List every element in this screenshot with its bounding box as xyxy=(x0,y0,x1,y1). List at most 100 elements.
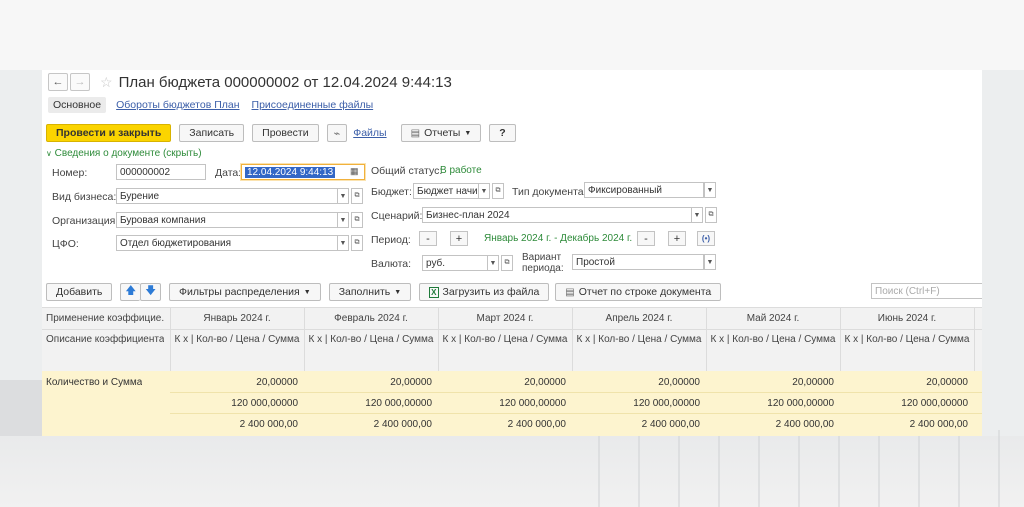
period-end-decrease-button[interactable]: - xyxy=(637,231,655,246)
save-button[interactable]: Записать xyxy=(179,124,245,142)
chevron-down-icon: ▼ xyxy=(303,288,311,296)
reports-button[interactable]: ▤ Отчеты ▼ xyxy=(400,124,482,142)
fill-label: Заполнить xyxy=(338,286,391,298)
scenario-field[interactable]: Бизнес-план 2024 xyxy=(422,207,692,223)
load-from-file-button[interactable]: X Загрузить из файла xyxy=(419,283,550,301)
col-coef-desc-header[interactable]: Описание коэффициента xyxy=(46,334,164,345)
cell-amount[interactable]: 2 400 000,00 xyxy=(438,419,566,430)
date-field[interactable]: 12.04.2024 9:44:13 xyxy=(241,164,365,180)
month-subheader[interactable]: К х | Кол-во / Цена / Сумма xyxy=(572,334,706,345)
files-link[interactable]: Файлы xyxy=(353,127,386,139)
cfo-dropdown-icon[interactable]: ▼ xyxy=(337,235,349,251)
month-header[interactable]: Февраль 2024 г. xyxy=(304,313,438,324)
favorite-star-icon[interactable]: ☆ xyxy=(100,74,113,91)
period-increase-button[interactable]: + xyxy=(450,231,468,246)
post-and-close-button[interactable]: Провести и закрыть xyxy=(46,124,172,142)
org-dropdown-icon[interactable]: ▼ xyxy=(337,212,349,228)
cell-quantity[interactable]: 20,00000 xyxy=(304,377,432,388)
org-open-icon[interactable]: ⧉ xyxy=(351,212,363,228)
chevron-down-icon: ▼ xyxy=(464,129,472,137)
status-label: Общий статус: xyxy=(371,165,443,177)
cell-quantity[interactable]: 20,00000 xyxy=(706,377,834,388)
scenario-open-icon[interactable]: ⧉ xyxy=(705,207,717,223)
tab-main[interactable]: Основное xyxy=(48,97,107,113)
move-up-button[interactable]: 🡅 xyxy=(120,283,141,301)
month-header[interactable]: Март 2024 г. xyxy=(438,313,572,324)
calendar-icon[interactable]: ▦ xyxy=(350,166,359,177)
help-button[interactable]: ? xyxy=(489,124,516,142)
col-coef-header[interactable]: Применение коэффицие... xyxy=(46,313,164,324)
cell-amount[interactable]: 2 400 000,00 xyxy=(170,419,298,430)
cell-amount[interactable]: 2 400 000,00 xyxy=(706,419,834,430)
currency-field[interactable]: руб. xyxy=(422,255,488,271)
move-down-button[interactable]: 🡇 xyxy=(140,283,161,301)
report-icon: ▤ xyxy=(410,127,421,139)
table-toolbar: Добавить 🡅 🡇 Фильтры распределения ▼ Зап… xyxy=(46,283,729,301)
cell-quantity[interactable]: 20,00000 xyxy=(438,377,566,388)
month-subheader[interactable]: К х | Кол-во / Цена / Сумма xyxy=(170,334,304,345)
business-dropdown-icon[interactable]: ▼ xyxy=(337,188,349,204)
doctype-field[interactable]: Фиксированный xyxy=(584,182,704,198)
cell-quantity[interactable]: 20,00000 xyxy=(572,377,700,388)
period-select-icon[interactable]: (•) xyxy=(697,231,715,246)
load-file-label: Загрузить из файла xyxy=(442,286,540,298)
cell-price[interactable]: 120 000,00000 xyxy=(840,398,968,409)
month-header[interactable]: Январь 2024 г. xyxy=(170,313,304,324)
cell-amount[interactable]: 2 400 000,00 xyxy=(840,419,968,430)
cell-price[interactable]: 120 000,00000 xyxy=(170,398,298,409)
back-button[interactable]: ← xyxy=(48,73,68,91)
add-row-button[interactable]: Добавить xyxy=(46,283,113,301)
budget-field[interactable]: Бюджет начис xyxy=(413,183,479,199)
org-field[interactable]: Буровая компания xyxy=(116,212,338,228)
period-decrease-button[interactable]: - xyxy=(419,231,437,246)
month-subheader[interactable]: К х | Кол-во / Цена / Сумма xyxy=(304,334,438,345)
currency-open-icon[interactable]: ⧉ xyxy=(501,255,513,271)
attach-button[interactable]: ⌁ xyxy=(326,124,348,142)
tab-attached-files[interactable]: Присоединенные файлы xyxy=(252,99,374,111)
month-header[interactable]: Май 2024 г. xyxy=(706,313,840,324)
cell-quantity[interactable]: 20,00000 xyxy=(170,377,298,388)
period-value[interactable]: Январь 2024 г. - Декабрь 2024 г. xyxy=(484,233,632,244)
forward-button[interactable]: → xyxy=(70,73,90,91)
month-subheader[interactable]: К х | Кол-во / Цена / Сумма xyxy=(706,334,840,345)
org-label: Организация: xyxy=(52,215,119,227)
fill-button[interactable]: Заполнить ▼ xyxy=(328,283,412,301)
cell-amount[interactable]: 2 400 000,00 xyxy=(304,419,432,430)
distribution-filters-button[interactable]: Фильтры распределения ▼ xyxy=(169,283,321,301)
month-subheader[interactable]: К х | Кол-во / Цена / Сумма xyxy=(840,334,974,345)
variant-field[interactable]: Простой xyxy=(572,254,704,270)
cfo-open-icon[interactable]: ⧉ xyxy=(351,235,363,251)
table-row[interactable]: Количество и Сумма 20,00000 120 000,00000… xyxy=(42,371,982,436)
date-value: 12.04.2024 9:44:13 xyxy=(245,166,336,178)
paperclip-icon: ⌁ xyxy=(333,127,341,140)
cfo-field[interactable]: Отдел бюджетирования xyxy=(116,235,338,251)
business-field[interactable]: Бурение xyxy=(116,188,338,204)
period-end-increase-button[interactable]: + xyxy=(668,231,686,246)
section-label: Сведения о документе (скрыть) xyxy=(54,148,202,159)
post-button[interactable]: Провести xyxy=(252,124,319,142)
cell-price[interactable]: 120 000,00000 xyxy=(304,398,432,409)
cell-price[interactable]: 120 000,00000 xyxy=(572,398,700,409)
search-input[interactable]: Поиск (Ctrl+F) xyxy=(871,283,982,299)
business-open-icon[interactable]: ⧉ xyxy=(351,188,363,204)
scenario-dropdown-icon[interactable]: ▼ xyxy=(691,207,703,223)
currency-label: Валюта: xyxy=(371,258,412,270)
cell-amount[interactable]: 2 400 000,00 xyxy=(572,419,700,430)
budget-table: Применение коэффицие... Описание коэффиц… xyxy=(42,307,982,436)
doctype-dropdown-icon[interactable]: ▼ xyxy=(704,182,716,198)
cell-price[interactable]: 120 000,00000 xyxy=(438,398,566,409)
month-header[interactable]: Июнь 2024 г. xyxy=(840,313,974,324)
month-subheader[interactable]: К х | Кол-во / Цена / Сумма xyxy=(438,334,572,345)
budget-dropdown-icon[interactable]: ▼ xyxy=(478,183,490,199)
section-toggle[interactable]: ∨ Сведения о документе (скрыть) xyxy=(46,148,202,159)
number-field[interactable]: 000000002 xyxy=(116,164,206,180)
currency-dropdown-icon[interactable]: ▼ xyxy=(487,255,499,271)
variant-dropdown-icon[interactable]: ▼ xyxy=(704,254,716,270)
cell-price[interactable]: 120 000,00000 xyxy=(706,398,834,409)
month-header[interactable]: Апрель 2024 г. xyxy=(572,313,706,324)
cell-quantity[interactable]: 20,00000 xyxy=(840,377,968,388)
tab-budget-turnovers[interactable]: Обороты бюджетов План xyxy=(116,99,239,111)
budget-label: Бюджет: xyxy=(371,186,412,198)
row-report-button[interactable]: ▤ Отчет по строке документа xyxy=(555,283,722,301)
budget-open-icon[interactable]: ⧉ xyxy=(492,183,504,199)
